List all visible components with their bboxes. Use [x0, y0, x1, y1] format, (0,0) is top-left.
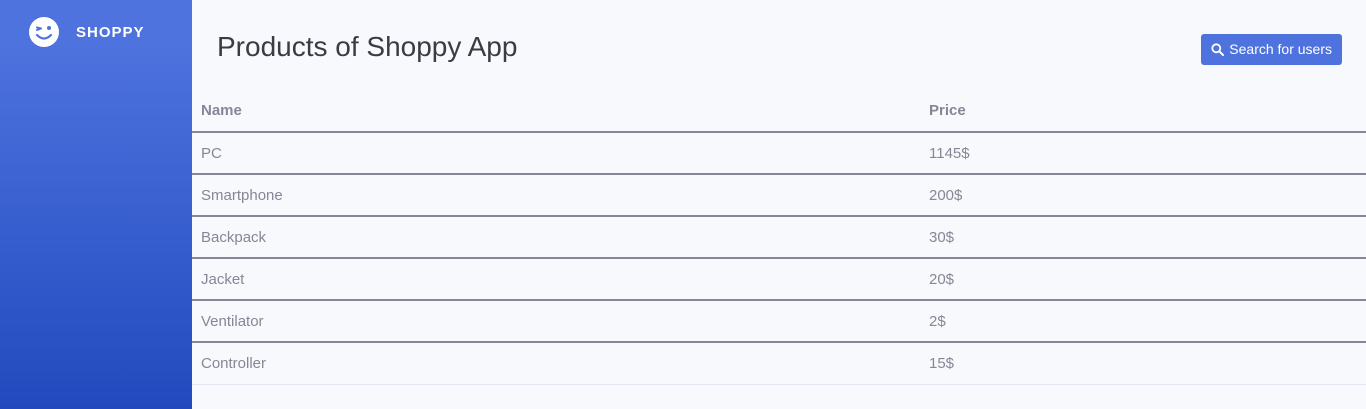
sidebar: SHOPPY — [0, 0, 192, 409]
product-price-cell: 1145$ — [920, 132, 1366, 175]
table-body: PC 1145$ Smartphone 200$ Backpack 30$ Ja… — [192, 132, 1366, 385]
column-header-name: Name — [192, 90, 920, 133]
table-header-row: Name Price — [192, 90, 1366, 133]
product-name-cell: Smartphone — [192, 174, 920, 217]
table-row: Ventilator 2$ — [192, 300, 1366, 343]
table-row: Jacket 20$ — [192, 258, 1366, 301]
product-price-cell: 15$ — [920, 342, 1366, 385]
table-row: PC 1145$ — [192, 132, 1366, 175]
products-table: Name Price PC 1145$ Smartphone 200$ Back… — [192, 90, 1366, 385]
page-title: Products of Shoppy App — [217, 31, 518, 62]
product-name-cell: Ventilator — [192, 300, 920, 343]
table-row: Smartphone 200$ — [192, 174, 1366, 217]
page-header: Products of Shoppy App Search for users — [192, 0, 1366, 90]
product-name-cell: PC — [192, 132, 920, 175]
product-name-cell: Backpack — [192, 216, 920, 259]
table-header: Name Price — [192, 90, 1366, 133]
product-price-cell: 20$ — [920, 258, 1366, 301]
main-content: Products of Shoppy App Search for users … — [192, 0, 1366, 409]
product-price-cell: 200$ — [920, 174, 1366, 217]
table-row: Controller 15$ — [192, 342, 1366, 385]
column-header-price: Price — [920, 90, 1366, 133]
product-name-cell: Controller — [192, 342, 920, 385]
search-users-button-label: Search for users — [1229, 41, 1332, 57]
product-price-cell: 2$ — [920, 300, 1366, 343]
search-icon — [1211, 42, 1225, 56]
product-name-cell: Jacket — [192, 258, 920, 301]
product-price-cell: 30$ — [920, 216, 1366, 259]
table-row: Backpack 30$ — [192, 216, 1366, 259]
brand-name: SHOPPY — [76, 23, 145, 41]
app-root: SHOPPY Products of Shoppy App Search for… — [0, 0, 1366, 409]
search-users-button[interactable]: Search for users — [1201, 33, 1342, 65]
wink-face-icon — [29, 17, 59, 47]
sidebar-brand[interactable]: SHOPPY — [0, 0, 192, 64]
